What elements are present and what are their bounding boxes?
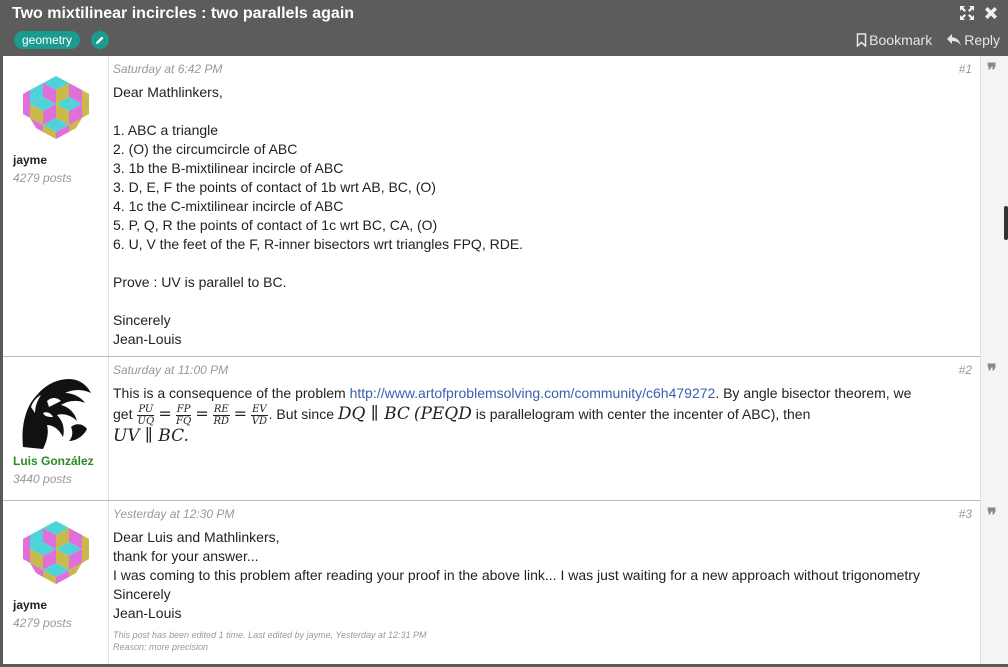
equals-sign: = (158, 404, 172, 423)
post-line: Sincerely (113, 586, 171, 602)
expand-icon[interactable] (958, 4, 976, 22)
bookmark-button[interactable]: Bookmark (856, 32, 932, 48)
post-timestamp[interactable]: Saturday at 6:42 PM (113, 62, 222, 76)
reply-icon (947, 34, 962, 46)
post-body: This is a consequence of the problem htt… (113, 384, 963, 446)
username[interactable]: Luis González (13, 454, 94, 468)
post-number[interactable]: #1 (959, 62, 972, 76)
username[interactable]: jayme (13, 598, 47, 612)
post-line: Jean-Louis (113, 331, 182, 347)
post-author: jayme 4279 posts (3, 501, 109, 664)
post-timestamp[interactable]: Saturday at 11:00 PM (113, 363, 228, 377)
post-line: 2. (O) the circumcircle of ABC (113, 141, 298, 157)
post-line: 3. 1b the B-mixtilinear incircle of ABC (113, 160, 344, 176)
math-fraction: RE RD (212, 403, 230, 427)
post-line: 1. ABC a triangle (113, 122, 219, 138)
reply-button[interactable]: Reply (946, 32, 1000, 48)
post-paragraph: UV ∥ BC. (113, 425, 963, 446)
post-paragraph: get PU UQ = FP FQ = RE RD = EV VD. But since DQ ∥ … (113, 403, 963, 427)
avatar[interactable] (21, 72, 91, 142)
post: Luis González 3440 posts Saturday at 11:… (3, 357, 980, 501)
post-text: . But since (268, 406, 338, 422)
post-author: Luis González 3440 posts (3, 357, 109, 500)
post-line: I was coming to this problem after readi… (113, 567, 920, 583)
math-fraction: EV VD (251, 404, 268, 427)
quote-icon[interactable]: ❞ (987, 62, 997, 80)
geometry-tag[interactable]: geometry (14, 31, 81, 49)
scrollbar-handle[interactable] (1004, 206, 1008, 240)
post: jayme 4279 posts Saturday at 6:42 PM #1 … (3, 56, 980, 357)
avatar[interactable] (13, 367, 97, 453)
quote-icon[interactable]: ❞ (987, 507, 997, 525)
post-author: jayme 4279 posts (3, 56, 109, 356)
fraction-numerator: PU (137, 403, 155, 416)
post-line: 5. P, Q, R the points of contact of 1c w… (113, 217, 438, 233)
math-fraction: FP FQ (175, 403, 192, 427)
post-text: This is a consequence of the problem (113, 385, 350, 401)
post-line: 4. 1c the C-mixtilinear incircle of ABC (113, 198, 344, 214)
pencil-icon (96, 36, 104, 44)
topic-header: Two mixtilinear incircles : two parallel… (0, 0, 1008, 56)
post-line: Dear Luis and Mathlinkers, (113, 529, 280, 545)
fraction-denominator: VD (251, 415, 267, 427)
edit-reason: Reason: more precision (113, 642, 209, 652)
topic-title: Two mixtilinear incircles : two parallel… (12, 5, 355, 22)
post-count: 4279 posts (13, 616, 72, 630)
close-icon[interactable] (982, 4, 1000, 22)
posts-list: jayme 4279 posts Saturday at 6:42 PM #1 … (3, 56, 980, 664)
edit-note: This post has been edited 1 time. Last e… (113, 629, 427, 653)
post-line: 3. D, E, F the points of contact of 1b w… (113, 179, 436, 195)
post-body: Dear Mathlinkers, 1. ABC a triangle 2. (… (113, 83, 968, 349)
post-line: Dear Mathlinkers, (113, 84, 223, 100)
bookmark-icon (856, 33, 867, 47)
edit-tags-button[interactable] (91, 31, 109, 49)
post-text: . By angle bisector theorem, we (715, 385, 912, 401)
fraction-numerator: EV (251, 403, 268, 416)
post-count: 4279 posts (13, 171, 72, 185)
post-body: Dear Luis and Mathlinkers, thank for you… (113, 528, 968, 623)
post-line: 6. U, V the feet of the F, R-inner bisec… (113, 236, 524, 252)
math-parallel: DQ ∥ BC (337, 404, 410, 424)
post-line: thank for your answer... (113, 548, 259, 564)
post-text: get (113, 406, 137, 422)
math-fraction: PU UQ (137, 403, 155, 427)
post-count: 3440 posts (13, 472, 72, 486)
equals-sign: = (195, 404, 209, 423)
edit-note-text: This post has been edited 1 time. Last e… (113, 630, 427, 640)
quote-icon[interactable]: ❞ (987, 363, 997, 381)
post-number[interactable]: #3 (959, 507, 972, 521)
equals-sign: = (233, 404, 248, 423)
post-timestamp[interactable]: Yesterday at 12:30 PM (113, 507, 234, 521)
post-line: Sincerely (113, 312, 171, 328)
post-paragraph: This is a consequence of the problem htt… (113, 384, 963, 403)
math-quad: (PEQD (413, 404, 472, 424)
quote-column: ❞ ❞ ❞ (980, 56, 1008, 664)
post-line: Jean-Louis (113, 605, 182, 621)
post: jayme 4279 posts Yesterday at 12:30 PM #… (3, 501, 980, 664)
post-line: Prove : UV is parallel to BC. (113, 274, 287, 290)
post-number[interactable]: #2 (959, 363, 972, 377)
bookmark-label: Bookmark (869, 32, 933, 48)
reply-label: Reply (964, 32, 1000, 48)
avatar[interactable] (21, 517, 91, 587)
fraction-denominator: RD (213, 415, 230, 427)
fraction-numerator: FP (175, 403, 192, 416)
math-conclusion: UV ∥ BC. (113, 425, 189, 446)
post-text: is parallelogram with center the incente… (471, 406, 811, 422)
username[interactable]: jayme (13, 153, 47, 167)
fraction-numerator: RE (212, 403, 230, 416)
problem-link[interactable]: http://www.artofproblemsolving.com/commu… (350, 385, 716, 401)
